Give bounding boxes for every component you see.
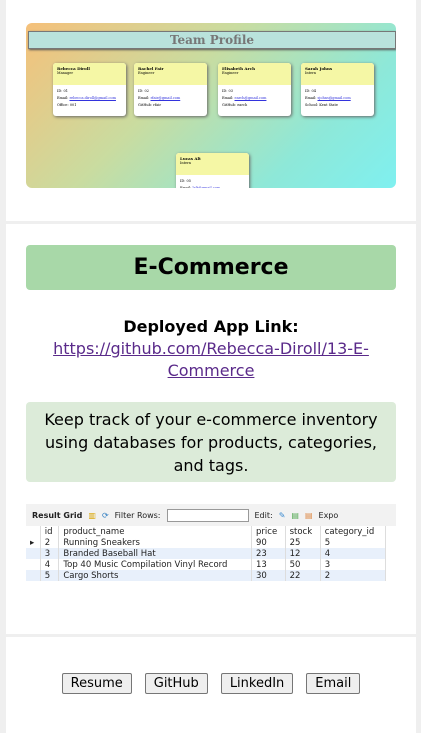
employee-extra: Kent State xyxy=(319,103,338,107)
column-header: price xyxy=(251,526,286,537)
employee-role: Intern xyxy=(180,161,192,165)
extra-label: GitHub: xyxy=(138,103,153,107)
employee-id: ID: 02 xyxy=(138,89,149,93)
employee-email[interactable]: rebecca.diroll@gmail.com xyxy=(70,96,116,100)
column-header: category_id xyxy=(320,526,387,537)
table-cell: 5 xyxy=(40,570,60,581)
employee-role: Manager xyxy=(57,71,73,75)
table-cell: 4 xyxy=(40,559,60,570)
result-table: id product_name price stock category_id ▸ 2 Run… xyxy=(26,526,387,581)
table-row: 4 Top 40 Music Compilation Vinyl Record 13… xyxy=(26,559,387,570)
deployed-app-link[interactable]: https://github.com/Rebecca-Diroll/13-E-C… xyxy=(53,339,369,380)
employee-id: ID: 03 xyxy=(222,89,233,93)
deployed-link-block: Deployed App Link: https://github.com/Re… xyxy=(26,316,396,382)
row-marker xyxy=(26,559,41,570)
extra-label: Office: xyxy=(57,103,69,107)
employee-email[interactable]: rfair@gmail.com xyxy=(151,96,181,100)
table-cell: Cargo Shorts xyxy=(58,570,253,581)
employee-card: Lucas Alt Intern ID: 05 Email: lalt@gmail.c… xyxy=(176,153,249,188)
table-cell: 50 xyxy=(285,559,321,570)
employee-extra: 001 xyxy=(69,103,77,107)
result-grid-toolbar: Result Grid ▥ ⟳ Filter Rows: Edit: ✎ ▤ ▤… xyxy=(26,504,396,526)
export-label: Expo xyxy=(318,510,339,520)
table-cell: 23 xyxy=(251,548,286,559)
column-header xyxy=(26,526,41,537)
edit-icon: ✎ xyxy=(278,510,286,520)
employee-card: Rebecca Diroll Manager ID: 01 Email: rebecc… xyxy=(53,63,126,116)
refresh-icon: ⟳ xyxy=(101,510,109,520)
table-header-row: id product_name price stock category_id xyxy=(26,526,387,537)
employee-extra: earch xyxy=(237,103,248,107)
table-row: 5 Cargo Shorts 30 22 2 xyxy=(26,570,387,581)
table-cell: 12 xyxy=(285,548,321,559)
table-cell: 30 xyxy=(251,570,286,581)
table-cell: Top 40 Music Compilation Vinyl Record xyxy=(58,559,253,570)
extra-label: GitHub: xyxy=(222,103,237,107)
team-profile-screenshot: Team Profile Rebecca Diroll Manager ID: 01… xyxy=(26,23,396,188)
employee-id: ID: 04 xyxy=(305,89,316,93)
employee-card: Elisabeth Arch Engineer ID: 03 Email: earch… xyxy=(218,63,291,116)
deployed-link-label: Deployed App Link: xyxy=(123,317,299,336)
employee-card: Rachel Fair Engineer ID: 02 Email: rfair@gm… xyxy=(134,63,207,116)
table-cell: Branded Baseball Hat xyxy=(58,548,253,559)
table-row: ▸ 2 Running Sneakers 90 25 5 xyxy=(26,537,387,548)
employee-card: Sarah Johns Intern ID: 04 Email: sjohns@gma… xyxy=(301,63,374,116)
employee-role: Engineer xyxy=(138,71,155,75)
project-title: E-Commerce xyxy=(26,245,396,290)
employee-role: Engineer xyxy=(222,71,239,75)
extra-label: School: xyxy=(305,103,319,107)
row-marker xyxy=(26,570,41,581)
team-profile-title: Team Profile xyxy=(28,31,396,49)
email-button[interactable]: Email xyxy=(306,673,361,694)
table-cell: 5 xyxy=(320,537,387,548)
table-cell: 13 xyxy=(251,559,286,570)
delete-row-icon: ▤ xyxy=(304,510,313,520)
project-section: E-Commerce Deployed App Link: https://gi… xyxy=(6,224,416,634)
column-header: product_name xyxy=(58,526,253,537)
result-grid-label: Result Grid xyxy=(32,510,83,520)
grid-icon: ▥ xyxy=(88,510,96,520)
project-description: Keep track of your e-commerce inventory … xyxy=(26,402,396,482)
employee-email[interactable]: lalt@gmail.com xyxy=(193,186,221,188)
linkedin-button[interactable]: LinkedIn xyxy=(220,673,294,694)
employee-id: ID: 05 xyxy=(180,179,191,183)
filter-label: Filter Rows: xyxy=(114,510,161,520)
table-cell: 2 xyxy=(40,537,60,548)
employee-email[interactable]: sjohns@gmail.com xyxy=(318,96,351,100)
employee-email[interactable]: earch@gmail.com xyxy=(235,96,267,100)
row-marker: ▸ xyxy=(26,537,41,548)
table-cell: 3 xyxy=(320,559,387,570)
employee-id: ID: 01 xyxy=(57,89,68,93)
table-cell: 90 xyxy=(251,537,286,548)
table-cell: 2 xyxy=(320,570,387,581)
github-button[interactable]: GitHub xyxy=(144,673,208,694)
resume-button[interactable]: Resume xyxy=(61,673,132,694)
filter-rows-input xyxy=(166,508,249,522)
employee-role: Intern xyxy=(305,71,317,75)
table-cell: 3 xyxy=(40,548,60,559)
table-cell: 22 xyxy=(285,570,321,581)
table-row: 3 Branded Baseball Hat 23 12 4 xyxy=(26,548,387,559)
table-cell: 4 xyxy=(320,548,387,559)
row-marker xyxy=(26,548,41,559)
result-grid-screenshot: Result Grid ▥ ⟳ Filter Rows: Edit: ✎ ▤ ▤… xyxy=(26,504,396,602)
column-header: stock xyxy=(285,526,321,537)
employee-extra: rfair xyxy=(153,103,162,107)
footer-section: Resume GitHub LinkedIn Email xyxy=(6,637,416,733)
table-cell: 25 xyxy=(285,537,321,548)
team-profile-section: Team Profile Rebecca Diroll Manager ID: 01… xyxy=(6,0,416,221)
edit-label: Edit: xyxy=(254,510,273,520)
column-header: id xyxy=(40,526,60,537)
add-row-icon: ▤ xyxy=(291,510,299,520)
table-cell: Running Sneakers xyxy=(58,537,253,548)
